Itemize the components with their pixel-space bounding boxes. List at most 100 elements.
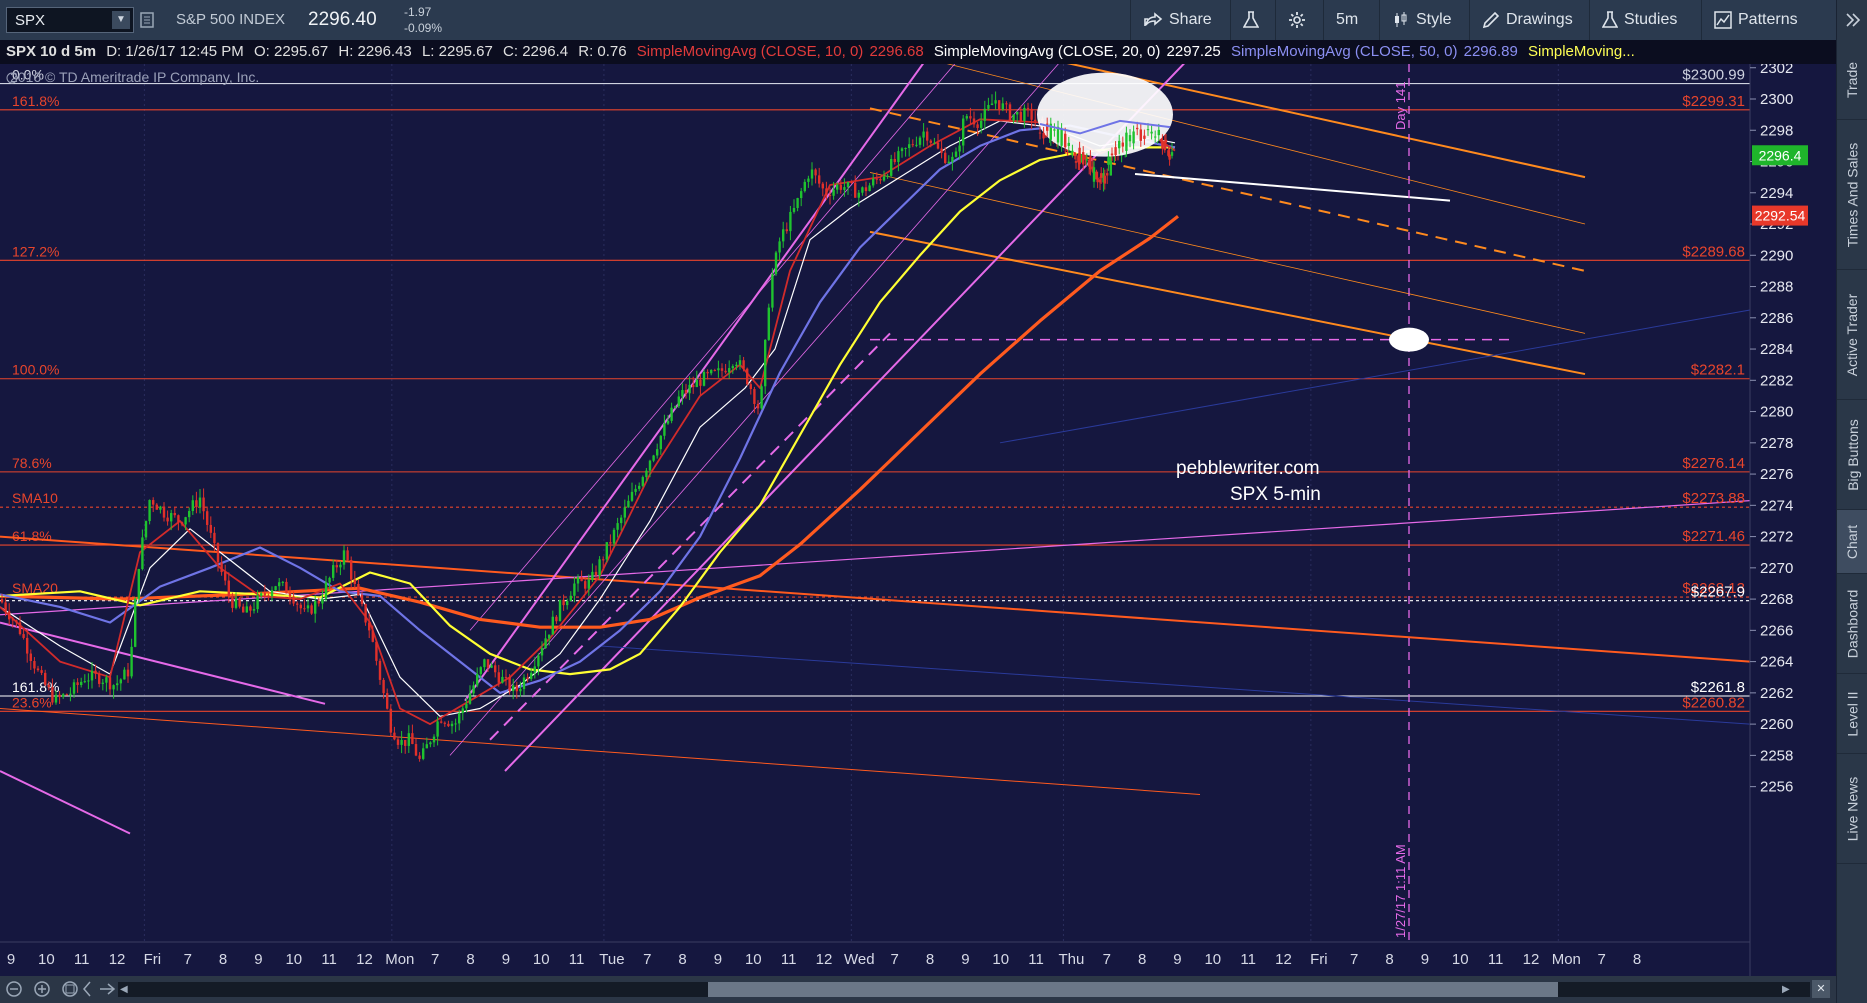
time-axis-label: 12 <box>109 951 126 968</box>
candle-body <box>429 742 432 745</box>
candle-body <box>1157 129 1160 136</box>
scroll-right-icon[interactable]: ▶ <box>1782 984 1790 995</box>
candle-body <box>1074 161 1078 163</box>
gear-icon <box>1289 11 1305 28</box>
settings-button[interactable] <box>1275 0 1323 40</box>
candle-body <box>101 682 104 684</box>
candle-body <box>227 580 230 597</box>
scroll-thumb[interactable] <box>708 982 1558 997</box>
symbol-input[interactable]: SPX ▼ <box>6 7 134 33</box>
candle-body <box>1168 154 1171 160</box>
candle-body <box>159 506 162 510</box>
candle-body <box>562 599 565 606</box>
time-axis-label: 9 <box>7 951 15 968</box>
bar-high: H: 2296.43 <box>338 43 412 60</box>
candle-body <box>1085 159 1088 161</box>
price-axis-label: 2260 <box>1760 716 1793 733</box>
time-axis-label: 7 <box>431 951 439 968</box>
candle-body <box>436 721 439 737</box>
side-tab-trade[interactable]: Trade <box>1837 40 1867 120</box>
candle-body <box>944 152 947 164</box>
candle-body <box>645 470 648 478</box>
studies-button[interactable]: Studies <box>1589 0 1701 40</box>
candle-body <box>292 596 295 604</box>
fib-level-label: 127.2% <box>12 243 59 259</box>
time-scrollbar[interactable]: ◀ ▶ ✕ <box>0 976 1836 1003</box>
candle-body <box>1121 142 1124 147</box>
sma20-label[interactable]: SimpleMovingAvg (CLOSE, 20, 0) <box>934 43 1161 60</box>
time-axis-label: Fri <box>1310 951 1328 968</box>
candle-body <box>634 488 637 492</box>
time-axis-label: 10 <box>533 951 550 968</box>
candle-body <box>112 685 115 690</box>
candle-body <box>170 513 173 522</box>
candle-body <box>324 582 328 599</box>
candle-body <box>425 744 428 749</box>
candle-body <box>965 116 968 119</box>
candle-body <box>285 581 288 594</box>
reset-icon[interactable] <box>100 983 116 995</box>
candle-body <box>933 142 936 144</box>
candle-body <box>731 366 734 369</box>
expand-icon[interactable]: ✕ <box>1812 980 1830 998</box>
sma-more-label[interactable]: SimpleMoving... <box>1528 43 1635 60</box>
sma50-label[interactable]: SimpleMovingAvg (CLOSE, 50, 0) <box>1231 43 1458 60</box>
candle-body <box>879 179 882 181</box>
candle-body <box>1110 153 1114 156</box>
candle-body <box>594 571 598 576</box>
link-icon[interactable] <box>140 10 154 30</box>
side-tab-dashboard[interactable]: Dashboard <box>1837 574 1867 674</box>
chevron-down-icon[interactable]: ▼ <box>112 11 130 29</box>
candle-body <box>882 176 886 181</box>
candle-body <box>22 634 25 638</box>
time-axis-label: Mon <box>1552 951 1581 968</box>
candle-body <box>332 565 335 578</box>
fib-level-value: $2299.31 <box>1682 93 1745 110</box>
candle-body <box>890 158 893 176</box>
scroll-track[interactable] <box>118 982 1810 997</box>
price-chart[interactable]: 0.0%161.8%127.2%100.0%78.6%SMA1061.8%SMA… <box>0 64 1836 976</box>
candle-body <box>483 659 486 668</box>
candle-body <box>47 684 50 688</box>
candle-body <box>573 583 576 596</box>
candle-body <box>688 384 691 394</box>
drawings-button[interactable]: Drawings <box>1469 0 1589 40</box>
side-tab-active-trader[interactable]: Active Trader <box>1837 270 1867 400</box>
zoom-box-icon[interactable] <box>62 981 78 997</box>
pan-left-icon[interactable] <box>83 981 91 997</box>
candle-body <box>458 712 461 724</box>
candle-body <box>1053 129 1056 131</box>
candle-body <box>486 659 490 668</box>
style-button[interactable]: Style <box>1379 0 1469 40</box>
side-tab-big-buttons[interactable]: Big Buttons <box>1837 400 1867 510</box>
scroll-left-icon[interactable]: ◀ <box>120 984 128 995</box>
candle-body <box>958 145 961 152</box>
side-tab-times-and-sales[interactable]: Times And Sales <box>1837 120 1867 270</box>
timeframe-button[interactable]: 5m <box>1323 0 1379 40</box>
chart-background <box>0 64 1836 976</box>
candle-body <box>44 672 47 685</box>
time-axis-label: 10 <box>285 951 302 968</box>
candle-body <box>782 229 785 242</box>
candle-body <box>479 667 482 674</box>
candle-body <box>29 653 32 662</box>
side-tab-level-ii[interactable]: Level II <box>1837 674 1867 754</box>
side-tab-chart[interactable]: Chart <box>1837 510 1867 574</box>
candle-body <box>80 681 83 686</box>
collapse-panel-icon[interactable] <box>1843 10 1863 30</box>
candle-body <box>994 100 997 104</box>
candle-body <box>418 755 421 759</box>
candle-body <box>922 131 925 138</box>
patterns-button[interactable]: Patterns <box>1701 0 1823 40</box>
flask-button[interactable] <box>1230 0 1275 40</box>
candle-body <box>396 739 400 745</box>
candle-body <box>861 187 864 193</box>
side-tab-live-news[interactable]: Live News <box>1837 754 1867 864</box>
candle-body <box>216 543 220 563</box>
price-axis-label: 2294 <box>1760 185 1793 202</box>
share-button[interactable]: Share <box>1130 0 1230 40</box>
sma10-label[interactable]: SimpleMovingAvg (CLOSE, 10, 0) <box>637 43 864 60</box>
candle-body <box>868 185 871 192</box>
price-axis-label: 2258 <box>1760 747 1793 764</box>
copyright-text: 2016 © TD Ameritrade IP Company, Inc. <box>10 69 259 85</box>
